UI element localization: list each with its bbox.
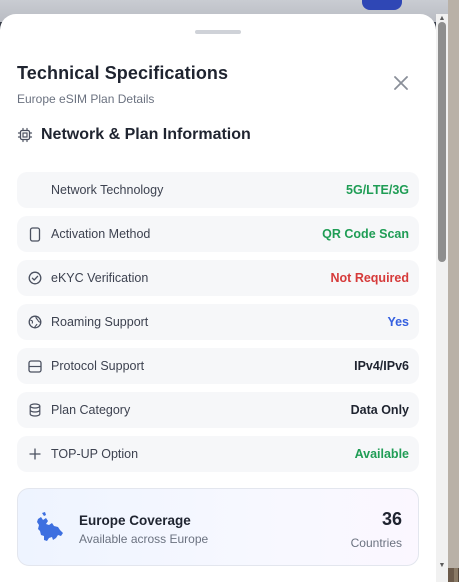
country-count-label: Countries — [350, 536, 402, 550]
spec-list: Network Technology 5G/LTE/3G Activation … — [17, 172, 419, 480]
section-title: Network & Plan Information — [41, 126, 251, 143]
sheet-title: Technical Specifications — [17, 63, 229, 83]
spec-value: Available — [354, 447, 409, 461]
background-button — [362, 0, 402, 10]
spec-row-protocol-support: Protocol Support IPv4/IPv6 — [17, 348, 419, 384]
sheet-subtitle: Europe eSIM Plan Details — [17, 92, 155, 106]
spec-label: Activation Method — [51, 227, 151, 241]
scroll-down-arrow-icon[interactable]: ▼ — [438, 562, 446, 569]
country-count: 36 — [381, 509, 402, 529]
check-circle-icon — [27, 270, 43, 286]
spec-value: IPv4/IPv6 — [354, 359, 409, 373]
spec-label: TOP-UP Option — [51, 447, 139, 461]
scrollbar-thumb[interactable] — [438, 22, 446, 262]
spec-label: Network Technology — [51, 183, 164, 197]
spec-icon-placeholder — [27, 182, 43, 198]
spec-row-topup-option: TOP-UP Option Available — [17, 436, 419, 472]
section-header: Network & Plan Information — [17, 124, 251, 146]
spec-label: Protocol Support — [51, 359, 145, 373]
close-icon — [394, 76, 408, 90]
europe-map-icon — [34, 511, 66, 545]
spec-row-ekyc-verification: eKYC Verification Not Required — [17, 260, 419, 296]
spec-row-roaming-support: Roaming Support Yes — [17, 304, 419, 340]
spec-value: Data Only — [350, 403, 409, 417]
coverage-title: Europe Coverage — [79, 513, 191, 528]
spec-value: Not Required — [330, 271, 409, 285]
spec-value: Yes — [387, 315, 409, 329]
phone-icon — [27, 226, 43, 242]
plus-icon — [27, 446, 43, 462]
spec-row-plan-category: Plan Category Data Only — [17, 392, 419, 428]
database-icon — [27, 402, 43, 418]
spec-value: 5G/LTE/3G — [346, 183, 409, 197]
close-button[interactable] — [388, 70, 414, 96]
globe-icon — [27, 314, 43, 330]
scroll-up-arrow-icon[interactable]: ▲ — [438, 15, 446, 22]
spec-label: eKYC Verification — [51, 271, 149, 285]
scrollbar[interactable]: ▲ ▼ — [436, 14, 448, 582]
window-edge — [448, 0, 459, 582]
coverage-card: Europe Coverage Available across Europe … — [17, 488, 419, 566]
spec-row-activation-method: Activation Method QR Code Scan — [17, 216, 419, 252]
spec-label: Plan Category — [51, 403, 131, 417]
spec-row-network-technology: Network Technology 5G/LTE/3G — [17, 172, 419, 208]
server-icon — [27, 358, 43, 374]
drag-handle[interactable] — [195, 30, 241, 34]
chip-icon — [17, 127, 33, 143]
spec-label: Roaming Support — [51, 315, 149, 329]
technical-specs-sheet: Technical Specifications Europe eSIM Pla… — [0, 14, 436, 582]
spec-value: QR Code Scan — [322, 227, 409, 241]
coverage-subtitle: Available across Europe — [79, 532, 209, 546]
